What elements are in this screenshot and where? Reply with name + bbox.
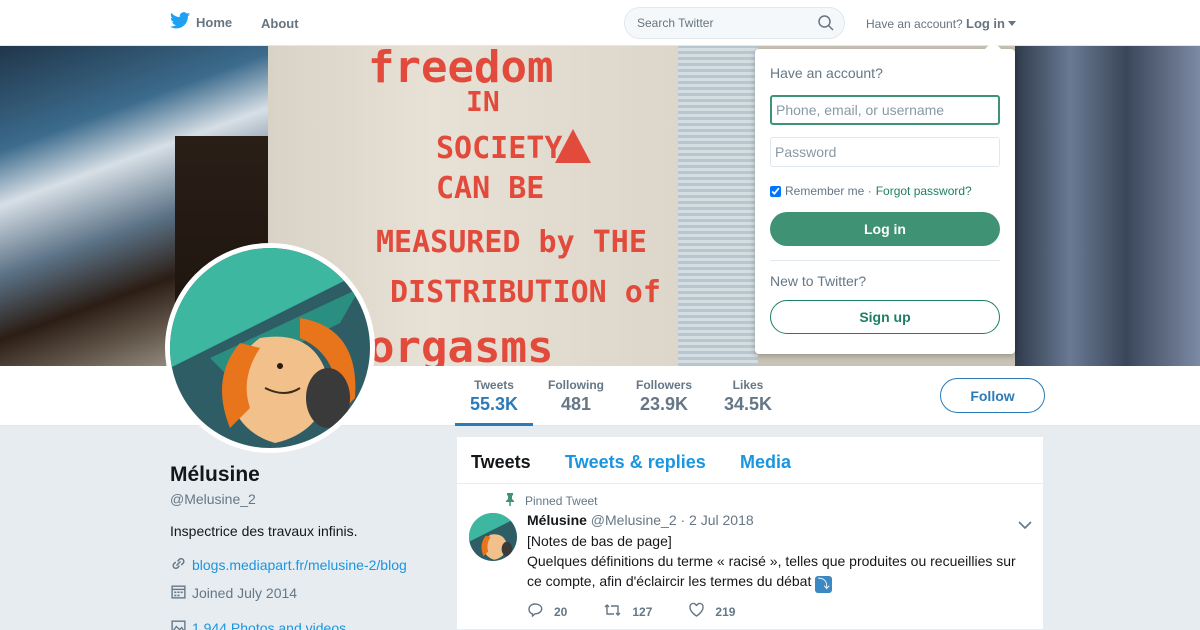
tweet-header: Mélusine @Melusine_2 · 2 Jul 2018 (527, 512, 754, 528)
nav-home-label: Home (196, 14, 233, 30)
profile-photos-row[interactable]: 1,944 Photos and videos (170, 618, 346, 630)
reply-count: 20 (554, 604, 568, 619)
timeline: Tweets Tweets & replies Media Pinned Twe… (456, 436, 1044, 630)
pinned-indicator: Pinned Tweet (505, 493, 598, 509)
tweet-avatar[interactable] (469, 513, 517, 561)
nav-home-link[interactable]: Home (170, 12, 232, 32)
like-action[interactable]: 219 (688, 602, 735, 621)
tweet-line-2: Quelques définitions du terme « racisé »… (527, 551, 1027, 593)
tweet-author[interactable]: Mélusine (527, 512, 587, 528)
tweet-text: [Notes de bas de page] Quelques définiti… (527, 531, 1027, 593)
heart-icon (688, 602, 705, 621)
calendar-icon (170, 583, 187, 603)
retweet-count: 127 (632, 604, 653, 619)
banner-text-strip (678, 46, 758, 366)
stat-value: 23.9K (639, 394, 689, 414)
password-field[interactable] (770, 137, 1000, 167)
profile-bio: Inspectrice des travaux infinis. (170, 523, 358, 539)
stat-label: Following (548, 378, 604, 392)
tweet-date[interactable]: · 2 Jul 2018 (681, 512, 754, 528)
like-count: 219 (715, 604, 736, 619)
login-dropdown: Have an account? Remember me · Forgot pa… (755, 41, 1015, 354)
retweet-icon (603, 602, 622, 621)
tweet-handle[interactable]: @Melusine_2 (591, 512, 677, 528)
stat-label: Tweets (474, 378, 514, 392)
profile-name[interactable]: Mélusine (170, 463, 260, 487)
search-input[interactable] (637, 16, 807, 30)
have-account-label: Have an account? (866, 17, 963, 31)
login-button[interactable]: Log in (770, 212, 1000, 246)
tweet-line-1: [Notes de bas de page] (527, 533, 672, 549)
reply-action[interactable]: 20 (527, 602, 567, 621)
stat-value: 55.3K (470, 394, 519, 414)
reply-icon (527, 602, 544, 621)
stat-label: Followers (636, 378, 693, 392)
search-box[interactable] (624, 7, 845, 39)
stat-value: 34.5K (724, 394, 773, 414)
stat-followers[interactable]: Followers 23.9K (636, 378, 692, 415)
retweet-action[interactable]: 127 (603, 602, 652, 621)
dropdown-divider (770, 260, 1000, 261)
arrow-down-emoji: ⤵ (815, 576, 833, 593)
link-icon (170, 555, 187, 575)
triangle-icon (555, 129, 591, 163)
follow-button[interactable]: Follow (940, 378, 1045, 413)
login-dropdown-title: Have an account? (770, 65, 883, 81)
profile-joined: Joined July 2014 (192, 585, 298, 601)
profile-joined-row: Joined July 2014 (170, 583, 297, 603)
stat-label: Likes (732, 378, 764, 392)
tweet-actions: 20 127 219 (527, 602, 771, 621)
stat-following[interactable]: Following 481 (548, 378, 604, 415)
username-field[interactable] (770, 95, 1000, 125)
poster-line-7: orgasms (368, 322, 554, 367)
poster-line-1: freedom (368, 46, 554, 93)
pinned-label: Pinned Tweet (525, 494, 598, 508)
poster-line-4: CAN BE (436, 171, 545, 206)
search-icon[interactable] (818, 15, 834, 36)
signup-button[interactable]: Sign up (770, 300, 1000, 334)
forgot-password-link[interactable]: Forgot password? (876, 184, 972, 198)
login-dropdown-toggle[interactable]: Log in (966, 16, 1016, 31)
nav-about-link[interactable]: About (261, 16, 299, 31)
caret-down-icon (1008, 21, 1016, 26)
poster-line-6: DISTRIBUTION of (390, 275, 661, 310)
image-icon (170, 618, 187, 630)
tab-media[interactable]: Media (740, 452, 791, 473)
tab-tweets-and-replies[interactable]: Tweets & replies (565, 452, 706, 473)
pin-icon (505, 493, 515, 509)
profile-handle[interactable]: @Melusine_2 (170, 491, 256, 507)
profile-website-row: blogs.mediapart.fr/melusine-2/blog (170, 555, 407, 575)
stat-tweets[interactable]: Tweets 55.3K (470, 378, 518, 415)
remember-me-label: Remember me · (785, 184, 872, 198)
new-to-twitter-label: New to Twitter? (770, 273, 867, 289)
tab-tweets[interactable]: Tweets (471, 452, 531, 473)
twitter-bird-icon (170, 12, 190, 32)
stat-likes[interactable]: Likes 34.5K (724, 378, 772, 415)
poster-line-2: IN (466, 85, 500, 118)
profile-website-link[interactable]: blogs.mediapart.fr/melusine-2/blog (192, 557, 407, 573)
timeline-tabs: Tweets Tweets & replies Media (457, 437, 1043, 484)
stat-value: 481 (560, 394, 592, 414)
tweet-line-2-text: Quelques définitions du terme « racisé »… (527, 553, 1016, 589)
top-navigation: Home About Have an account? Log in (0, 0, 1200, 46)
banner-right-image (1015, 46, 1200, 366)
avatar[interactable] (165, 243, 375, 453)
profile-photos-link[interactable]: 1,944 Photos and videos (192, 620, 346, 630)
remember-row: Remember me · Forgot password? (770, 184, 972, 198)
active-tab-indicator (455, 423, 533, 426)
poster-line-5: MEASURED by THE (376, 225, 647, 260)
remember-me-checkbox[interactable] (770, 185, 781, 197)
avatar-illustration (170, 248, 370, 448)
login-link-label: Log in (966, 16, 1005, 31)
